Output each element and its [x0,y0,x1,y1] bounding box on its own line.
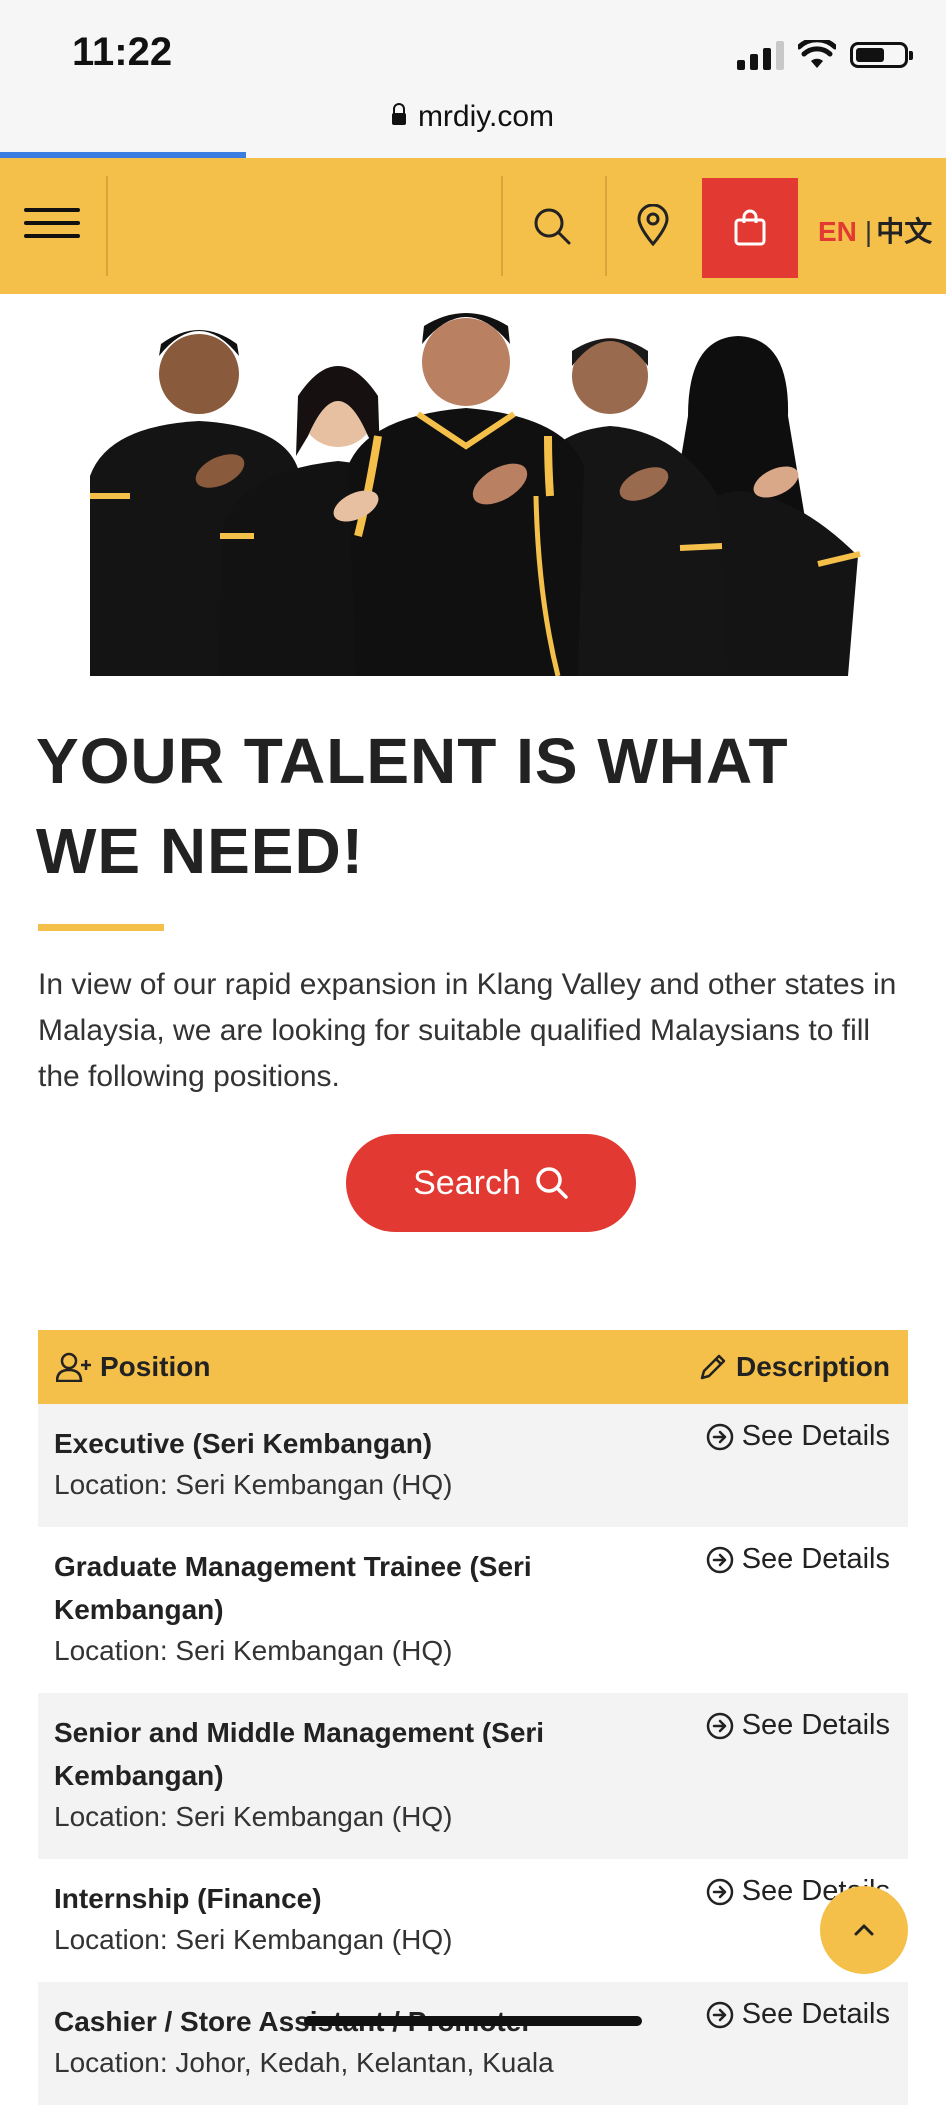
position-title: Internship (Finance) [54,1883,322,1914]
intro-text: In view of our rapid expansion in Klang … [38,968,897,1093]
shopping-bag-icon [734,209,766,246]
menu-icon[interactable] [24,208,80,247]
position-location: Location: Seri Kembangan (HQ) [54,1469,453,1500]
arrow-circle-right-icon [706,1878,733,1905]
divider [106,176,108,276]
position-location: Location: Johor, Kedah, Kelantan, Kuala [54,2047,554,2078]
see-details-link[interactable]: See Details [706,1543,890,1576]
divider [501,176,503,276]
table-row: Senior and Middle Management (Seri Kemba… [38,1693,908,1859]
home-indicator [304,2016,642,2026]
search-icon[interactable] [532,206,572,246]
arrow-circle-right-icon [706,1423,733,1450]
status-time: 11:22 [72,30,173,74]
table-header: Position Description [38,1330,908,1404]
column-description: Description [698,1351,890,1383]
lock-icon [391,103,406,125]
status-bar: 11:22 mrdiy.com [0,0,946,160]
table-row: Executive (Seri Kembangan) Location: Ser… [38,1404,908,1527]
arrow-circle-right-icon [706,2001,733,2028]
position-location: Location: Seri Kembangan (HQ) [54,1801,453,1832]
position-title: Graduate Management Trainee (Seri Kemban… [54,1551,532,1625]
see-details-label: See Details [741,1420,890,1452]
language-switcher: EN | 中文 [818,210,932,250]
battery-icon [850,42,913,68]
table-row: Cashier / Store Assistant / Promoter Loc… [38,1982,908,2105]
positions-table: Position Description Executive (Seri Kem… [38,1330,908,2105]
arrow-circle-right-icon [706,1546,733,1573]
cart-button[interactable] [702,178,798,278]
table-row: Internship (Finance) Location: Seri Kemb… [38,1859,908,1982]
see-details-link[interactable]: See Details [706,1420,890,1453]
chevron-up-icon [854,1924,874,1936]
status-icons [737,40,913,70]
column-description-label: Description [735,1351,890,1382]
lang-en[interactable]: EN [818,216,857,247]
see-details-link[interactable]: See Details [706,1709,890,1742]
site-header: EN | 中文 [0,158,946,294]
position-title: Executive (Seri Kembangan) [54,1428,433,1459]
lang-separator: | [864,216,873,247]
page-heading: YOUR TALENT IS WHAT WE NEED! [36,725,789,887]
column-position: Position [56,1351,210,1383]
search-button[interactable]: Search [346,1134,636,1232]
table-row: Graduate Management Trainee (Seri Kemban… [38,1527,908,1693]
position-title: Senior and Middle Management (Seri Kemba… [54,1717,545,1791]
add-user-icon [56,1352,91,1382]
hero-image [38,296,908,676]
url-text: mrdiy.com [417,100,555,133]
position-location: Location: Seri Kembangan (HQ) [54,1924,453,1955]
column-position-label: Position [100,1351,211,1382]
staff-group-photo [38,296,908,676]
heading-accent-bar [38,924,164,931]
address-bar[interactable]: mrdiy.com [0,100,946,134]
see-details-label: See Details [741,1543,890,1575]
wifi-icon [798,40,836,68]
see-details-label: See Details [741,1998,890,2030]
see-details-label: See Details [741,1709,890,1741]
lang-zh[interactable]: 中文 [876,216,932,247]
arrow-circle-right-icon [706,1712,733,1739]
location-pin-icon[interactable] [636,204,670,246]
back-to-top-button[interactable] [820,1886,908,1974]
cellular-signal-icon [737,40,784,70]
divider [605,176,607,276]
search-button-label: Search [413,1163,521,1202]
position-location: Location: Seri Kembangan (HQ) [54,1635,453,1666]
search-icon [536,1167,568,1199]
pencil-icon [700,1354,726,1380]
see-details-link[interactable]: See Details [706,1998,890,2031]
